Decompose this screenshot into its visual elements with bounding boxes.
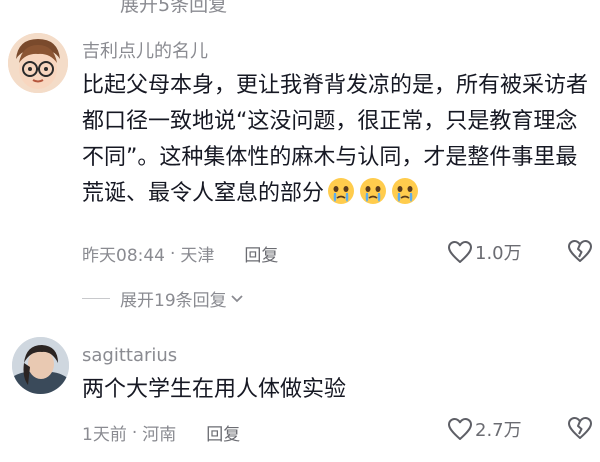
comment-location: 天津 [180,246,215,266]
meta-separator: · [131,422,138,443]
comment-username[interactable]: 吉利点儿的名儿 [82,37,208,63]
comment-text-content: 两个大学生在用人体做实验 [82,377,347,402]
broken-heart-icon [568,417,592,439]
divider [82,298,110,299]
avatar-photo-icon [12,337,69,394]
comment-location: 河南 [142,425,177,445]
avatar[interactable] [8,33,68,93]
crying-face-icon [358,176,388,206]
avatar-cartoon-glasses-icon [8,33,68,93]
expand-replies-label: 展开19条回复 [120,291,227,311]
crying-face-icon [326,176,356,206]
comment-username[interactable]: sagittarius [82,345,177,366]
meta-separator: · [170,243,176,264]
heart-icon [448,241,472,263]
expand-replies-top[interactable]: 展开5条回复 [120,0,227,17]
comment-text: 比起父母本身，更让我脊背发凉的是，所有被采访者都口径一致地说“这没问题，很正常，… [82,68,592,212]
reply-button[interactable]: 回复 [244,241,278,266]
like-button[interactable]: 1.0万 [447,239,522,265]
like-count: 1.0万 [475,243,522,264]
reply-button[interactable]: 回复 [206,420,240,445]
heart-icon [448,418,472,440]
comment-meta: 昨天08:44 · 天津 回复 [82,241,278,267]
comment-time: 1天前 [82,425,127,445]
like-count: 2.7万 [475,420,522,441]
avatar[interactable] [12,337,69,394]
dislike-button[interactable] [567,239,593,267]
dislike-button[interactable] [567,416,593,444]
broken-heart-icon [568,240,592,262]
chevron-down-icon [231,294,243,302]
comment-time: 昨天08:44 [82,246,165,266]
expand-replies-button[interactable]: 展开19条回复 [82,286,244,311]
like-button[interactable]: 2.7万 [447,416,522,442]
comment-text: 两个大学生在用人体做实验 [82,372,592,408]
crying-face-icon [390,176,420,206]
comment-meta: 1天前 · 河南 回复 [82,420,240,446]
